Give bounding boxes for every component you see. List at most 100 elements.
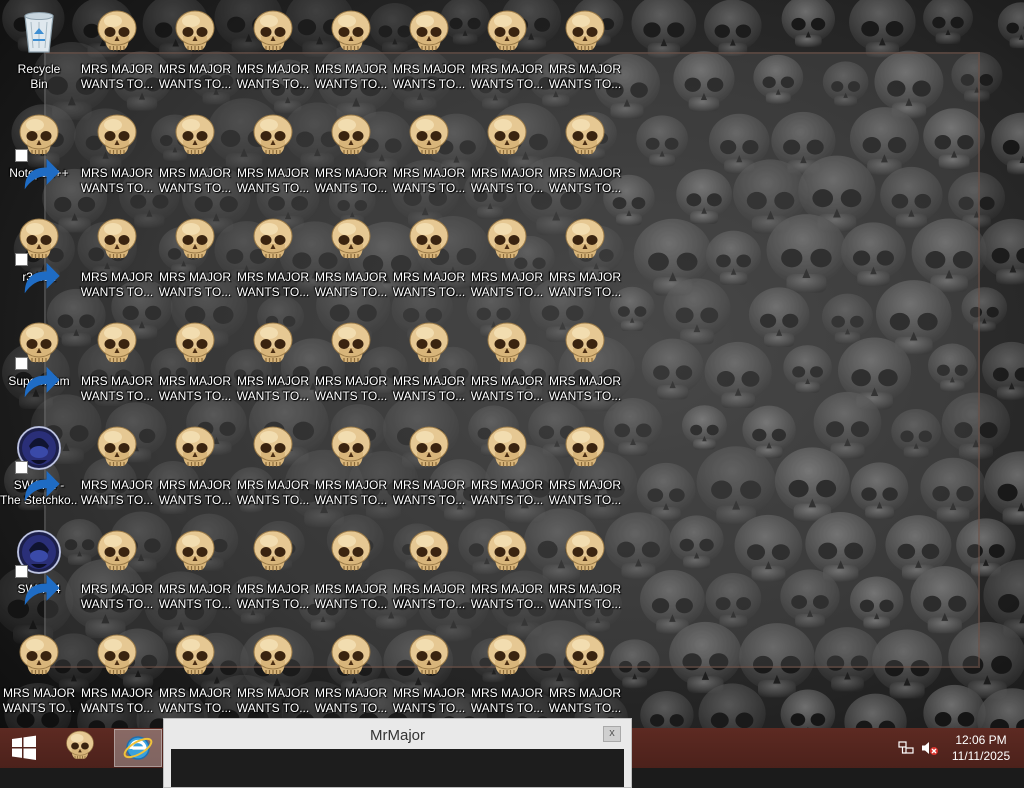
skull-icon [249,632,297,680]
desktop-icon-mrs-major-3-1[interactable]: MRS MAJOR WANTS TO... [313,106,389,206]
desktop-icon-mrs-major-6-3[interactable]: MRS MAJOR WANTS TO... [547,314,623,414]
skull-icon [561,632,609,680]
desktop-icon-mrs-major-5-0[interactable]: MRS MAJOR WANTS TO... [469,2,545,102]
skull-icon [327,8,375,56]
skull-icon [483,320,531,368]
desktop-icon-mrs-major-1-3[interactable]: MRS MAJOR WANTS TO... [157,314,233,414]
desktop-icon-mrs-major-0-6[interactable]: MRS MAJOR WANTS TO... [79,626,155,726]
skull-icon [561,424,609,472]
desktop-icon-mrs-major-1-5[interactable]: MRS MAJOR WANTS TO... [157,522,233,622]
desktop-icon-mrs-major-3-4[interactable]: MRS MAJOR WANTS TO... [313,418,389,518]
desktop-icon-mrs-major-3-3[interactable]: MRS MAJOR WANTS TO... [313,314,389,414]
internet-explorer-icon [123,736,153,760]
desktop-icon-left-1[interactable]: Notepad++ [1,106,77,206]
taskbar-internet-explorer[interactable] [114,729,162,767]
taskbar-skull-app[interactable] [56,729,104,767]
desktop-icon-mrs-major-5-5[interactable]: MRS MAJOR WANTS TO... [469,522,545,622]
desktop-icon-mrs-major-0-3[interactable]: MRS MAJOR WANTS TO... [79,314,155,414]
skull-icon [249,424,297,472]
desktop-icon-mrs-major-6-0[interactable]: MRS MAJOR WANTS TO... [547,2,623,102]
mrmajor-dialog[interactable]: MrMajor x [163,718,632,788]
recycle-bin-icon [15,8,63,56]
desktop-icon-mrs-major-1-6[interactable]: MRS MAJOR WANTS TO... [157,626,233,726]
skull-icon [483,112,531,160]
skull-icon [93,528,141,576]
desktop-icon-label: MRS MAJOR WANTS TO... [392,686,466,715]
desktop-icon-mrs-major-6-1[interactable]: MRS MAJOR WANTS TO... [547,106,623,206]
desktop-icon-mrs-major-4-1[interactable]: MRS MAJOR WANTS TO... [391,106,467,206]
clock-date: 11/11/2025 [951,749,1011,763]
desktop-icon-mrs-major-5-2[interactable]: MRS MAJOR WANTS TO... [469,210,545,310]
desktop-icon-mrs-major-2-2[interactable]: MRS MAJOR WANTS TO... [235,210,311,310]
desktop-icon-mrs-major-2-5[interactable]: MRS MAJOR WANTS TO... [235,522,311,622]
desktop-icon-left-3[interactable]: Supermium [1,314,77,414]
skull-icon [483,424,531,472]
desktop-icon-mrs-major-6-5[interactable]: MRS MAJOR WANTS TO... [547,522,623,622]
desktop-icon-label: MRS MAJOR WANTS TO... [314,478,388,507]
skull-icon [93,320,141,368]
skull-icon [15,320,63,398]
desktop-icon-label: MRS MAJOR WANTS TO... [80,686,154,715]
desktop-icon-mrs-major-4-3[interactable]: MRS MAJOR WANTS TO... [391,314,467,414]
desktop-icon-label: MRS MAJOR WANTS TO... [158,686,232,715]
desktop-icon-mrs-major-1-1[interactable]: MRS MAJOR WANTS TO... [157,106,233,206]
skull-icon [327,528,375,576]
desktop-icon-left-5[interactable]: SWAT 4 [1,522,77,622]
desktop-icon-label: MRS MAJOR WANTS TO... [80,270,154,299]
desktop-icon-mrs-major-6-2[interactable]: MRS MAJOR WANTS TO... [547,210,623,310]
desktop-icon-left-6[interactable]: MRS MAJOR WANTS TO... [1,626,77,726]
desktop-icon-mrs-major-3-0[interactable]: MRS MAJOR WANTS TO... [313,2,389,102]
desktop-icon-left-0[interactable]: Recycle Bin [1,2,77,102]
dialog-close-button[interactable]: x [603,726,621,742]
desktop: RecycleBinNotepad++r3dfoxSupermiumSWAT 4… [0,0,1024,728]
desktop-icon-mrs-major-3-2[interactable]: MRS MAJOR WANTS TO... [313,210,389,310]
system-clock[interactable]: 12:06 PM 11/11/2025 [944,732,1018,764]
desktop-icon-mrs-major-4-6[interactable]: MRS MAJOR WANTS TO... [391,626,467,726]
skull-icon [171,8,219,56]
skull-icon [93,8,141,56]
desktop-icon-mrs-major-0-5[interactable]: MRS MAJOR WANTS TO... [79,522,155,622]
desktop-icon-mrs-major-2-0[interactable]: MRS MAJOR WANTS TO... [235,2,311,102]
desktop-icon-label: MRS MAJOR WANTS TO... [470,582,544,611]
desktop-icon-mrs-major-2-4[interactable]: MRS MAJOR WANTS TO... [235,418,311,518]
desktop-icon-mrs-major-0-0[interactable]: MRS MAJOR WANTS TO... [79,2,155,102]
desktop-icon-label: MRS MAJOR WANTS TO... [392,478,466,507]
skull-icon [249,528,297,576]
desktop-icon-left-4[interactable]: SWAT 4 -The Stetchko... [0,418,78,518]
desktop-icon-mrs-major-5-6[interactable]: MRS MAJOR WANTS TO... [469,626,545,726]
desktop-icon-label: MRS MAJOR WANTS TO... [548,582,622,611]
desktop-icon-mrs-major-6-4[interactable]: MRS MAJOR WANTS TO... [547,418,623,518]
desktop-icon-mrs-major-5-1[interactable]: MRS MAJOR WANTS TO... [469,106,545,206]
desktop-icon-mrs-major-3-5[interactable]: MRS MAJOR WANTS TO... [313,522,389,622]
skull-icon [561,320,609,368]
desktop-icon-mrs-major-4-4[interactable]: MRS MAJOR WANTS TO... [391,418,467,518]
desktop-icon-mrs-major-0-2[interactable]: MRS MAJOR WANTS TO... [79,210,155,310]
skull-icon [327,632,375,680]
desktop-icon-label: MRS MAJOR WANTS TO... [470,374,544,403]
desktop-icon-mrs-major-4-0[interactable]: MRS MAJOR WANTS TO... [391,2,467,102]
desktop-icon-mrs-major-2-3[interactable]: MRS MAJOR WANTS TO... [235,314,311,414]
desktop-icon-mrs-major-0-4[interactable]: MRS MAJOR WANTS TO... [79,418,155,518]
skull-icon [171,320,219,368]
desktop-icon-label: MRS MAJOR WANTS TO... [314,686,388,715]
desktop-icon-mrs-major-2-6[interactable]: MRS MAJOR WANTS TO... [235,626,311,726]
skull-icon [405,216,453,264]
desktop-icon-mrs-major-6-6[interactable]: MRS MAJOR WANTS TO... [547,626,623,726]
skull-icon [483,216,531,264]
network-icon[interactable] [898,740,914,756]
skull-icon [93,424,141,472]
desktop-icon-mrs-major-1-0[interactable]: MRS MAJOR WANTS TO... [157,2,233,102]
desktop-icon-left-2[interactable]: r3dfox [1,210,77,310]
desktop-icon-mrs-major-1-2[interactable]: MRS MAJOR WANTS TO... [157,210,233,310]
desktop-icon-mrs-major-5-3[interactable]: MRS MAJOR WANTS TO... [469,314,545,414]
desktop-icon-mrs-major-4-2[interactable]: MRS MAJOR WANTS TO... [391,210,467,310]
desktop-icon-mrs-major-5-4[interactable]: MRS MAJOR WANTS TO... [469,418,545,518]
desktop-icon-mrs-major-1-4[interactable]: MRS MAJOR WANTS TO... [157,418,233,518]
desktop-icon-label: MRS MAJOR WANTS TO... [392,166,466,195]
desktop-icon-mrs-major-0-1[interactable]: MRS MAJOR WANTS TO... [79,106,155,206]
desktop-icon-mrs-major-2-1[interactable]: MRS MAJOR WANTS TO... [235,106,311,206]
start-button[interactable] [0,728,48,768]
volume-muted-icon[interactable] [921,740,939,756]
desktop-icon-mrs-major-4-5[interactable]: MRS MAJOR WANTS TO... [391,522,467,622]
desktop-icon-mrs-major-3-6[interactable]: MRS MAJOR WANTS TO... [313,626,389,726]
